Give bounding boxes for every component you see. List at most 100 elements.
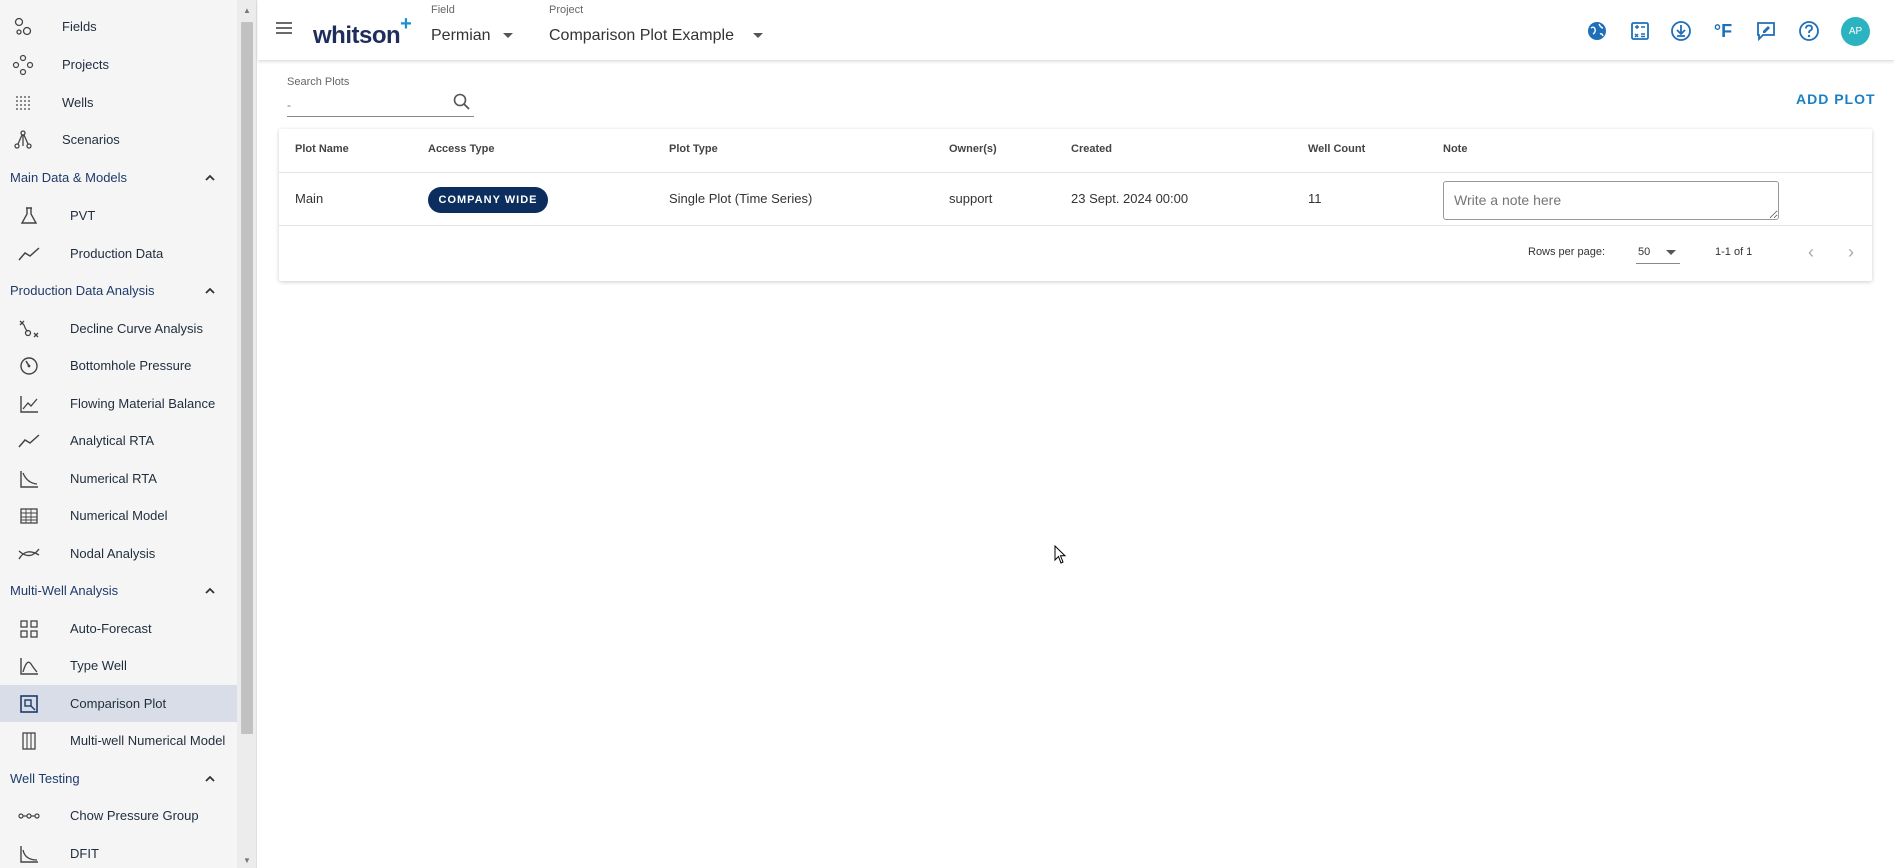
search-input[interactable]: [287, 93, 474, 117]
field-value: Permian: [431, 27, 491, 44]
add-plot-button[interactable]: ADD PLOT: [1796, 91, 1876, 107]
plots-table: Plot Name Access Type Plot Type Owner(s)…: [279, 129, 1872, 281]
sidebar-item-flowing-material-balance[interactable]: Flowing Material Balance: [0, 385, 237, 422]
chevron-up-icon: [200, 168, 220, 188]
section-header-multi-well-analysis[interactable]: Multi-Well Analysis: [0, 572, 237, 609]
trend-line-icon: [17, 429, 41, 453]
column-header-access-type[interactable]: Access Type: [428, 143, 494, 155]
sidebar-item-comparison-plot[interactable]: Comparison Plot: [0, 685, 237, 722]
column-header-owners[interactable]: Owner(s): [949, 143, 997, 155]
section-header-well-testing[interactable]: Well Testing: [0, 760, 237, 797]
sidebar-item-pvt[interactable]: PVT: [0, 197, 237, 234]
decline-curve-icon: [17, 317, 41, 341]
trend-line-icon: [17, 242, 41, 266]
sidebar-item-multi-well-numerical-model[interactable]: Multi-well Numerical Model: [0, 722, 237, 759]
sidebar-item-label: Chow Pressure Group: [70, 808, 199, 823]
sidebar-item-label: Numerical RTA: [70, 471, 157, 486]
column-header-created[interactable]: Created: [1071, 143, 1112, 155]
sidebar-item-scenarios[interactable]: Scenarios: [0, 121, 237, 158]
rows-per-page-label: Rows per page:: [1528, 246, 1606, 258]
scroll-up-arrow-icon[interactable]: ▲: [241, 6, 253, 16]
note-textarea[interactable]: [1443, 181, 1779, 220]
sidebar-item-type-well[interactable]: Type Well: [0, 647, 237, 684]
calculator-icon[interactable]: [1627, 18, 1653, 44]
type-curve-icon: [17, 654, 41, 678]
sidebar-item-label: Auto-Forecast: [70, 621, 152, 636]
sidebar-item-auto-forecast[interactable]: Auto-Forecast: [0, 610, 237, 647]
sidebar-item-label: PVT: [70, 208, 96, 223]
sidebar-item-label: Decline Curve Analysis: [70, 321, 203, 336]
sidebar-item-bottomhole-pressure[interactable]: Bottomhole Pressure: [0, 347, 237, 384]
sidebar-item-nodal-analysis[interactable]: Nodal Analysis: [0, 535, 237, 572]
cell-plot-name[interactable]: Main: [295, 191, 323, 206]
rows-per-page-select[interactable]: 50: [1636, 244, 1680, 264]
gauge-icon: [17, 354, 41, 378]
columns-icon: [17, 729, 41, 753]
sidebar-item-projects[interactable]: Projects: [0, 46, 237, 83]
cell-owner: support: [949, 191, 993, 206]
sidebar-item-label: Fields: [62, 19, 97, 34]
comparison-plot-icon: [17, 692, 41, 716]
sidebar-item-numerical-model[interactable]: Numerical Model: [0, 497, 237, 534]
section-header-production-data-analysis[interactable]: Production Data Analysis: [0, 272, 237, 309]
divider: [279, 172, 1872, 173]
divider: [279, 225, 1872, 226]
sidebar-item-chow-pressure-group[interactable]: Chow Pressure Group: [0, 797, 237, 834]
sidebar-item-label: Nodal Analysis: [70, 546, 156, 561]
section-header-main-data[interactable]: Main Data & Models: [0, 159, 237, 196]
sidebar-scrollbar[interactable]: ▲ ▼: [237, 0, 256, 868]
access-type-badge: COMPANY WIDE: [428, 187, 548, 213]
decline-axes-icon: [17, 467, 41, 491]
chow-pressure-icon: [17, 804, 41, 828]
sidebar-item-decline-curve-analysis[interactable]: Decline Curve Analysis: [0, 310, 237, 347]
sidebar-item-label: Production Data: [70, 246, 164, 261]
sidebar: Fields Projects Wells Scenarios Main Dat…: [0, 0, 257, 868]
dfit-icon: [17, 842, 41, 866]
cell-well-count: 11: [1308, 191, 1322, 206]
search-label: Search Plots: [287, 76, 350, 88]
scrollbar-thumb[interactable]: [241, 22, 253, 734]
sidebar-item-numerical-rta[interactable]: Numerical RTA: [0, 460, 237, 497]
sidebar-item-wells[interactable]: Wells: [0, 84, 237, 121]
cell-plot-type: Single Plot (Time Series): [669, 191, 813, 206]
flask-icon: [17, 204, 41, 228]
projects-icon: [11, 53, 35, 77]
next-page-button[interactable]: ›: [1839, 240, 1863, 264]
sidebar-item-dfit[interactable]: DFIT: [0, 835, 237, 868]
column-header-plot-name[interactable]: Plot Name: [295, 143, 349, 155]
column-header-well-count[interactable]: Well Count: [1308, 143, 1365, 155]
sidebar-item-label: Analytical RTA: [70, 433, 155, 448]
sidebar-item-fields[interactable]: Fields: [0, 8, 237, 45]
caret-down-icon: [503, 33, 513, 38]
sidebar-item-label: Multi-well Numerical Model: [70, 733, 226, 748]
temperature-unit-button[interactable]: °F: [1710, 18, 1736, 44]
column-header-note[interactable]: Note: [1443, 143, 1467, 155]
feedback-icon[interactable]: [1753, 18, 1779, 44]
download-icon[interactable]: [1668, 18, 1694, 44]
scenarios-icon: [11, 128, 35, 152]
sidebar-item-label: Projects: [62, 57, 109, 72]
wells-icon: [11, 91, 35, 115]
column-header-plot-type[interactable]: Plot Type: [669, 143, 718, 155]
caret-down-icon: [753, 33, 763, 38]
avatar[interactable]: AP: [1841, 17, 1870, 46]
sidebar-item-label: Comparison Plot: [70, 696, 167, 711]
sidebar-item-production-data[interactable]: Production Data: [0, 235, 237, 272]
grid-building-icon: [17, 504, 41, 528]
previous-page-button[interactable]: ‹: [1799, 240, 1823, 264]
grid-icon: [17, 617, 41, 641]
pagination-range: 1-1 of 1: [1715, 246, 1753, 258]
fields-icon: [11, 15, 35, 39]
app-logo[interactable]: whitson+: [313, 13, 412, 50]
hamburger-menu-icon[interactable]: [274, 20, 298, 40]
nodal-curves-icon: [17, 542, 41, 566]
help-icon[interactable]: [1796, 18, 1822, 44]
sidebar-item-label: Bottomhole Pressure: [70, 358, 192, 373]
globe-icon[interactable]: [1584, 18, 1610, 44]
search-icon[interactable]: [452, 92, 472, 112]
scroll-down-arrow-icon[interactable]: ▼: [241, 856, 253, 866]
sidebar-item-label: Scenarios: [62, 132, 120, 147]
project-label: Project: [549, 4, 584, 16]
chevron-up-icon: [200, 581, 220, 601]
sidebar-item-analytical-rta[interactable]: Analytical RTA: [0, 422, 237, 459]
